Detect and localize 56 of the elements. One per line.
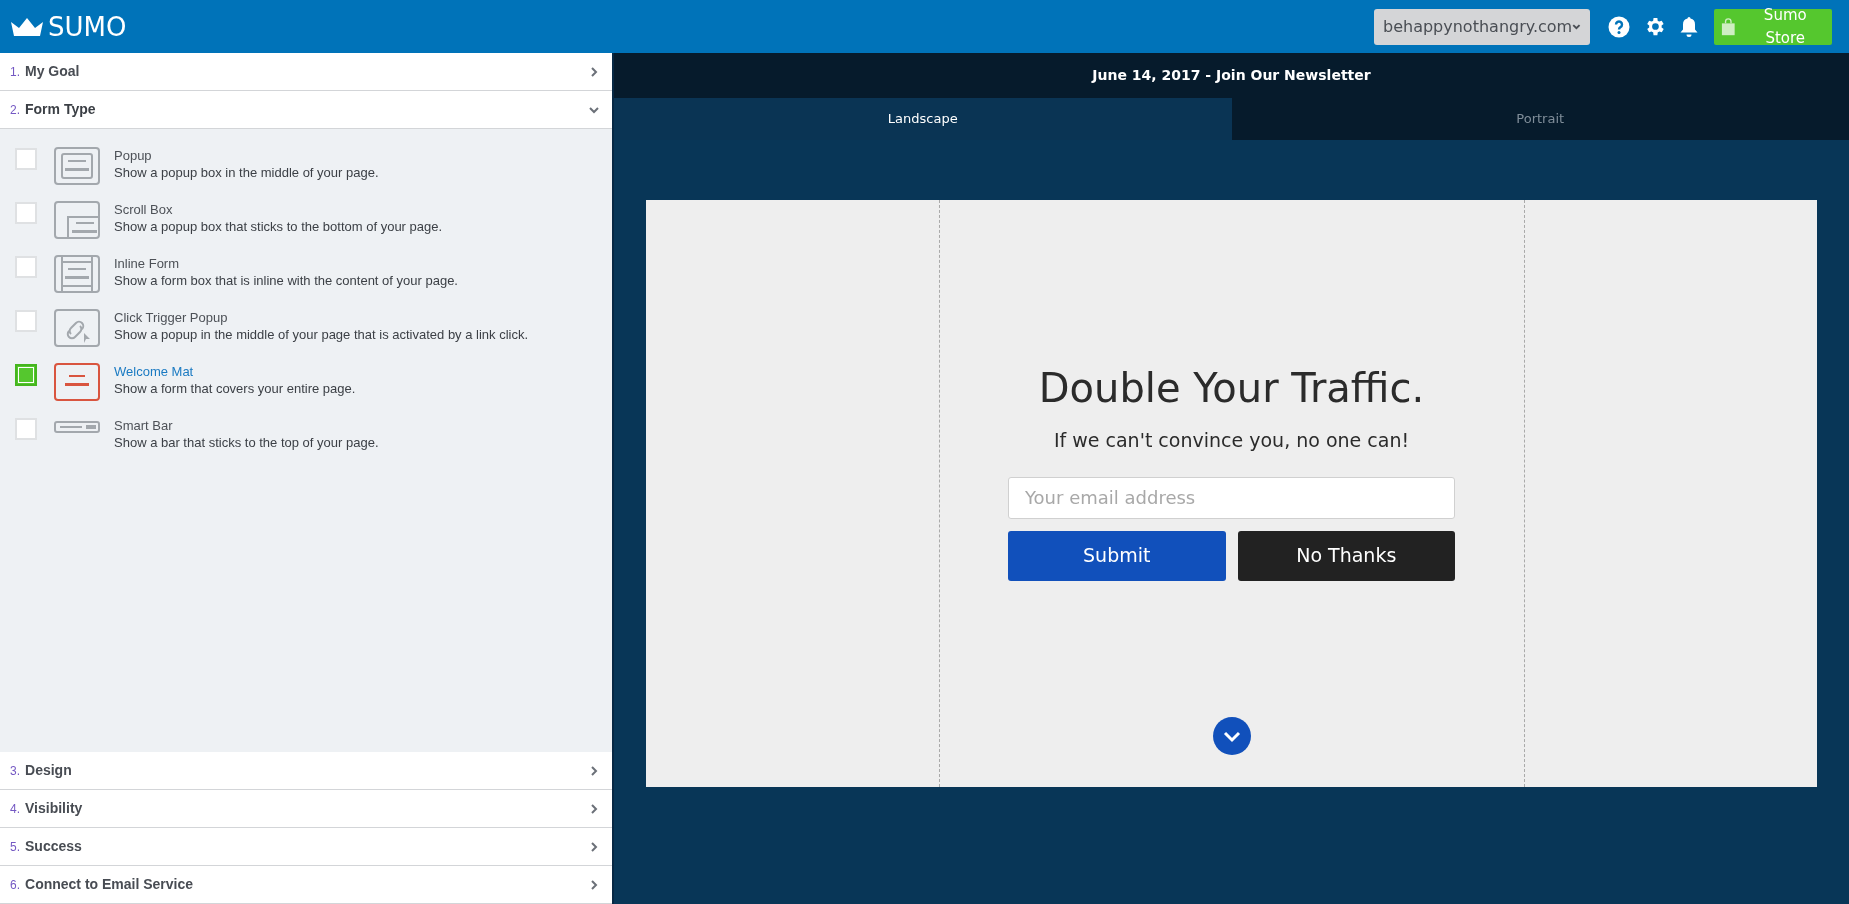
- step-header[interactable]: 3. Design: [0, 752, 612, 790]
- welcome-mat-icon: [54, 363, 100, 401]
- help-icon[interactable]: [1608, 15, 1630, 38]
- email-field[interactable]: Your email address: [1008, 476, 1455, 519]
- dismiss-button[interactable]: No Thanks: [1237, 530, 1455, 581]
- step-number: 4.: [10, 800, 20, 818]
- crown-logo-icon: [10, 16, 44, 37]
- step-number: 6.: [10, 876, 20, 894]
- top-bar-icon: [54, 421, 100, 433]
- option-description: Show a bar that sticks to the top of your page.: [114, 434, 379, 451]
- step-number: 1.: [10, 63, 20, 81]
- form-subheading: If we can't convince you, no one can!: [1053, 428, 1410, 453]
- step-header[interactable]: 2. Form Type: [0, 91, 612, 129]
- step-title: Connect to Email Service: [25, 875, 194, 894]
- option-description: Show a popup box in the middle of your page.: [114, 164, 379, 181]
- option-title[interactable]: Inline Form: [114, 255, 458, 272]
- step-header[interactable]: 6. Connect to Email Service: [0, 866, 612, 904]
- step-number: 3.: [10, 762, 20, 780]
- corner-box-icon: [54, 201, 100, 239]
- option-description: Show a form box that is inline with the content of your page.: [114, 272, 458, 289]
- site-select[interactable]: behappynothangry.com: [1374, 8, 1590, 45]
- option-description: Show a popup in the middle of your page that is activated by a link click.: [114, 326, 529, 343]
- step-title: Design: [25, 761, 72, 780]
- preview-title: June 14, 2017 - Join Our Newsletter: [1092, 66, 1371, 85]
- step-title: Visibility: [25, 799, 83, 818]
- step-number: 2.: [10, 101, 20, 119]
- option-title[interactable]: Popup: [114, 147, 379, 164]
- option-title[interactable]: Welcome Mat: [114, 363, 356, 380]
- popup-window-icon: [54, 147, 100, 185]
- option-title[interactable]: Scroll Box: [114, 201, 443, 218]
- step-title: Success: [25, 837, 82, 856]
- shopping-bag-icon: [1721, 16, 1736, 37]
- orientation-tab[interactable]: Portrait: [1231, 98, 1849, 140]
- inline-form-icon: [54, 255, 100, 293]
- submit-button[interactable]: Submit: [1008, 530, 1226, 581]
- option-description: Show a popup box that sticks to the bottom of your page.: [114, 218, 443, 235]
- link-cursor-icon: [54, 309, 100, 347]
- option-title[interactable]: Smart Bar: [114, 417, 379, 434]
- scroll-down-icon[interactable]: [1212, 717, 1251, 755]
- chevron-right-icon: [588, 878, 600, 891]
- notifications-icon[interactable]: [1679, 15, 1699, 38]
- step-header[interactable]: 5. Success: [0, 828, 612, 866]
- form-heading: Double Your Traffic.: [1038, 364, 1425, 413]
- step-title: Form Type: [25, 100, 96, 119]
- chevron-right-icon: [588, 840, 600, 853]
- step-title: My Goal: [25, 62, 80, 81]
- step-number: 5.: [10, 838, 20, 856]
- option-description: Show a form that covers your entire page.: [114, 380, 356, 397]
- logo-text: SUMO: [48, 13, 127, 40]
- step-header[interactable]: 1. My Goal: [0, 53, 612, 91]
- chevron-right-icon: [588, 802, 600, 815]
- chevron-right-icon: [588, 764, 600, 777]
- option-title[interactable]: Click Trigger Popup: [114, 309, 529, 326]
- option-checkbox[interactable]: [15, 364, 37, 386]
- chevron-right-icon: [588, 65, 600, 78]
- step-header[interactable]: 4. Visibility: [0, 790, 612, 828]
